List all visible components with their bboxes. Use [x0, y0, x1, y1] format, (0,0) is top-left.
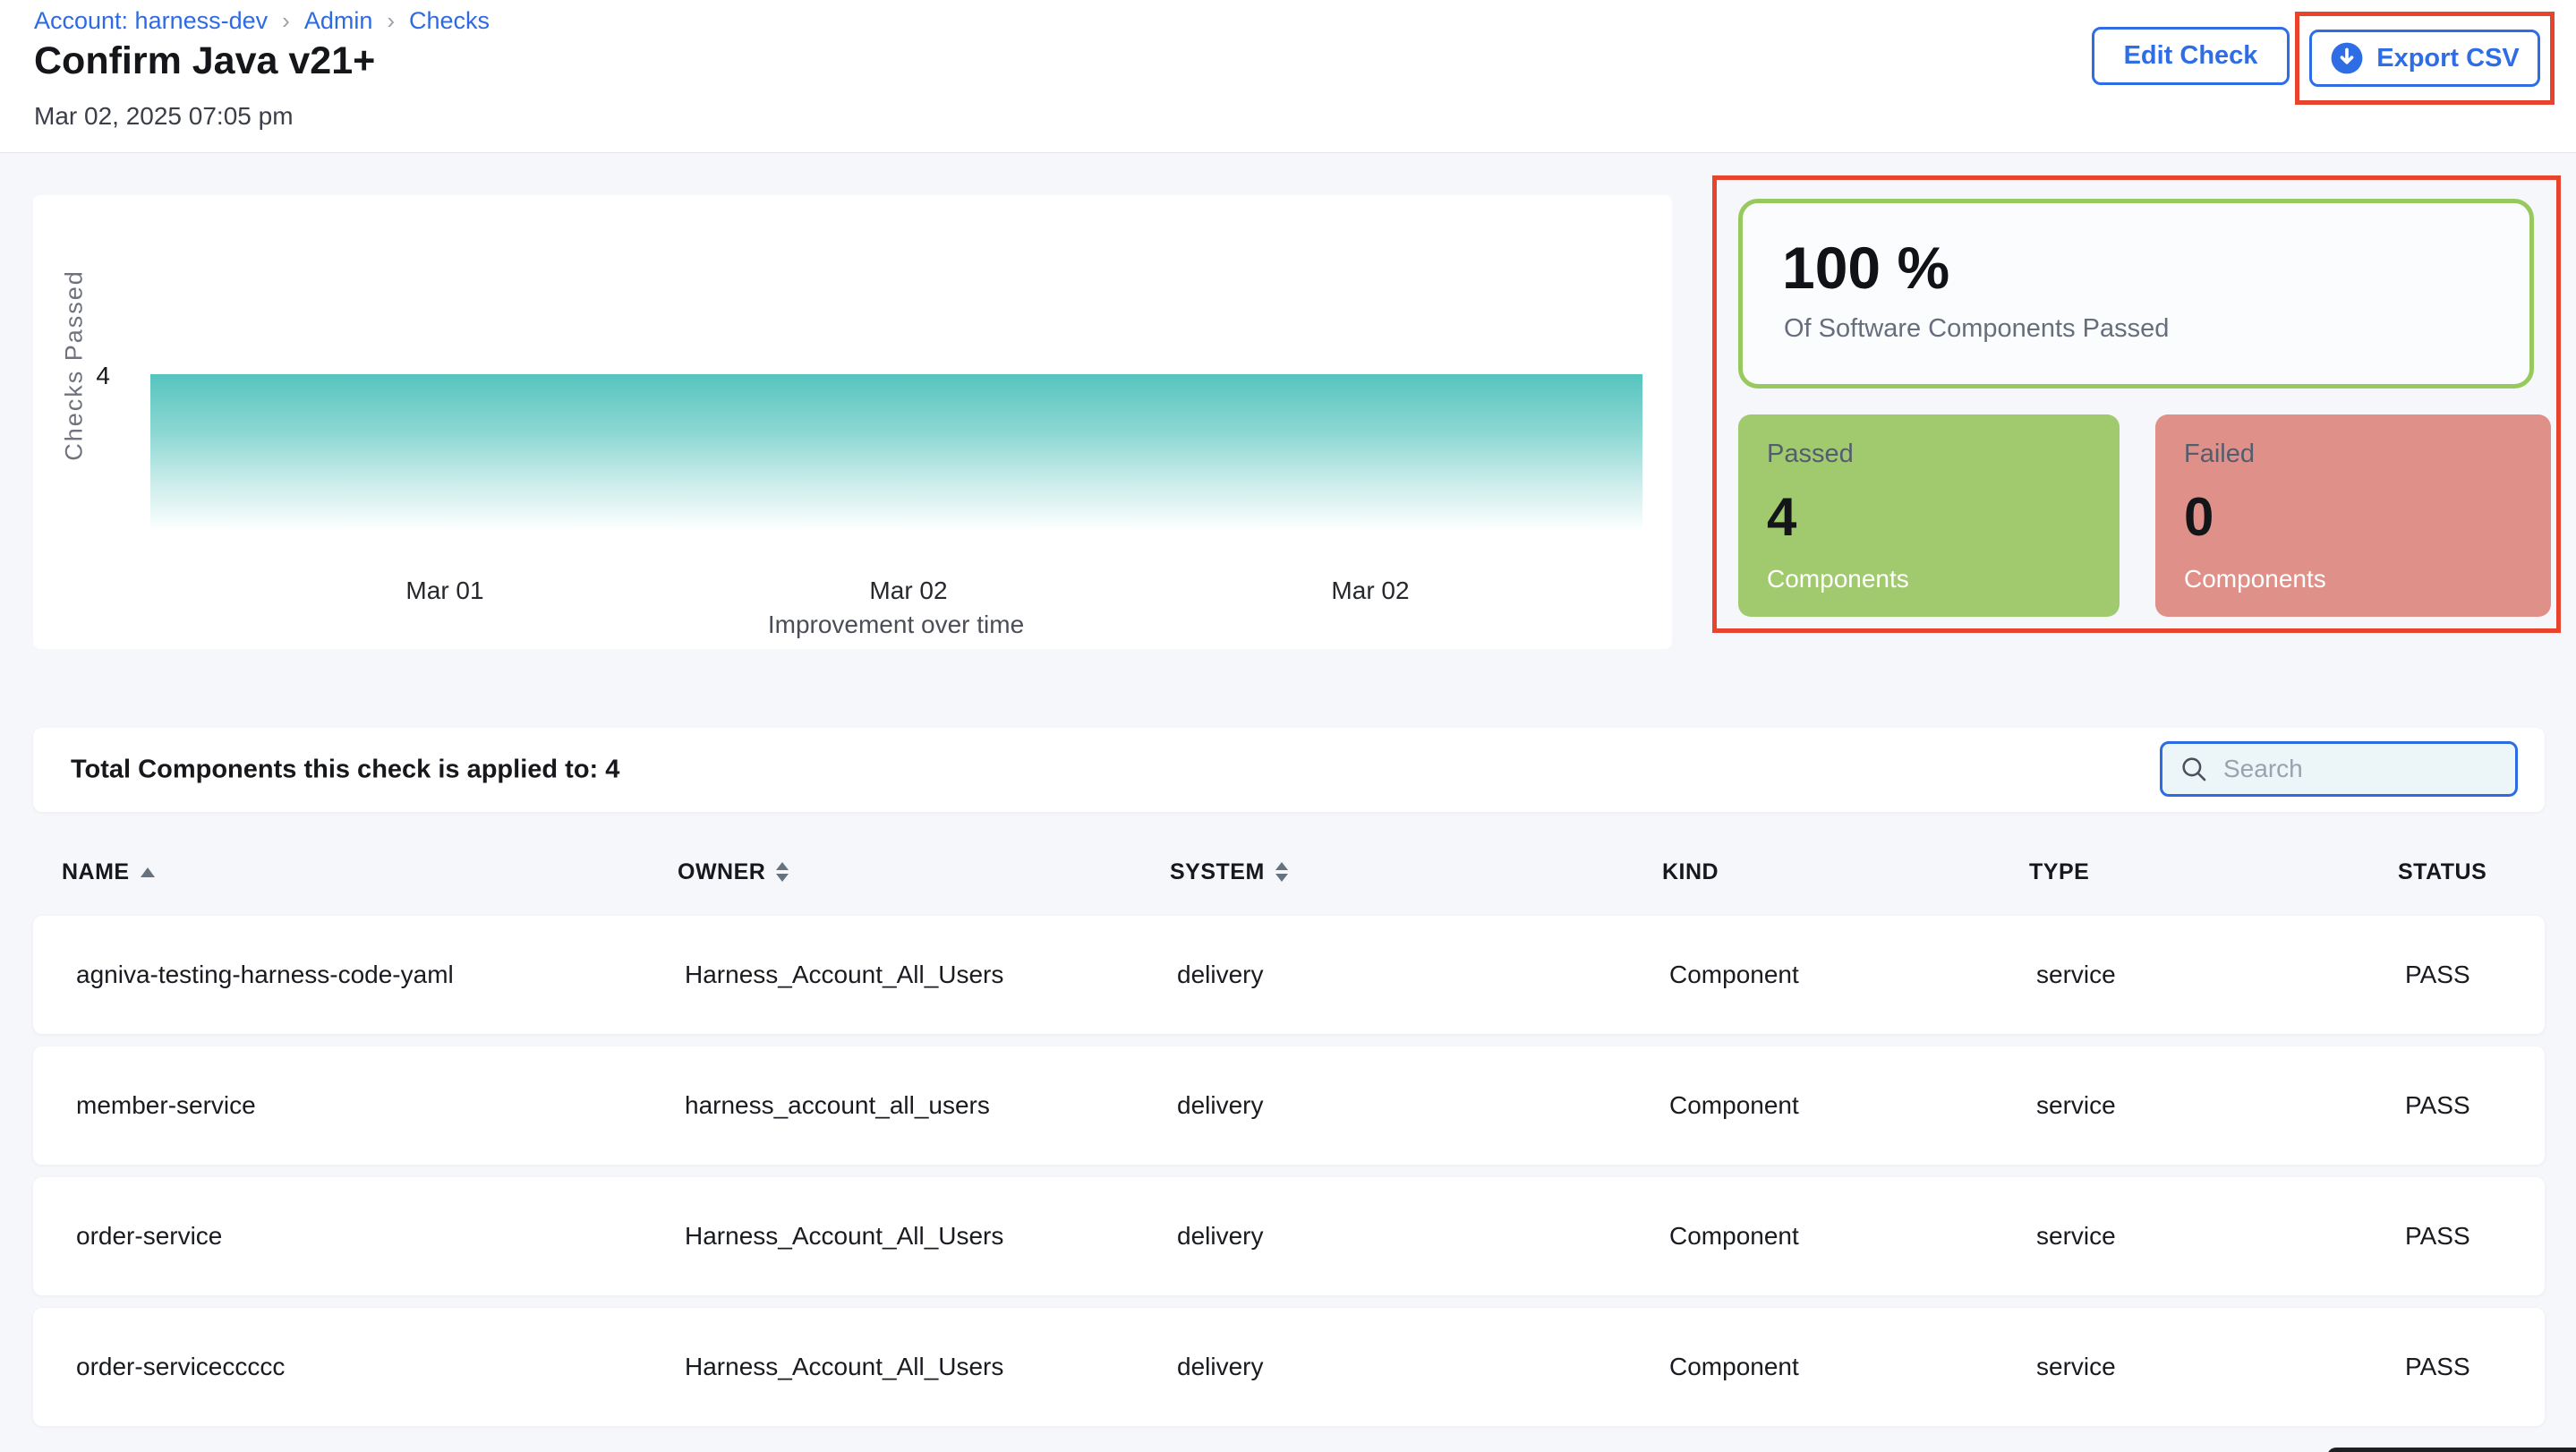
column-header-type: TYPE [2029, 859, 2398, 885]
column-header-status-label: STATUS [2398, 859, 2486, 885]
bottom-toast-peek [2327, 1448, 2576, 1452]
sort-icon [776, 862, 789, 882]
cell-owner: Harness_Account_All_Users [685, 961, 1177, 989]
cell-name: order-serviceccccc [76, 1353, 685, 1381]
chart-x-axis-title: Improvement over time [768, 611, 1024, 639]
column-header-system[interactable]: SYSTEM [1170, 859, 1662, 885]
search-input[interactable] [2222, 754, 2499, 784]
breadcrumb-admin-link[interactable]: Admin [304, 7, 373, 35]
cell-status: PASS [2405, 961, 2545, 989]
column-header-kind-label: KIND [1662, 859, 1719, 885]
cell-type: service [2036, 1353, 2405, 1381]
cell-system: delivery [1177, 961, 1669, 989]
column-header-name-label: NAME [62, 859, 130, 885]
cell-status: PASS [2405, 1222, 2545, 1251]
percent-passed-value: 100 % [1782, 234, 2529, 302]
chart-y-tick: 4 [83, 362, 110, 390]
cell-type: service [2036, 961, 2405, 989]
download-icon [2330, 41, 2364, 75]
export-csv-button[interactable]: Export CSV [2309, 30, 2540, 87]
chart-x-tick: Mar 01 [405, 577, 483, 605]
failed-stat-card: Failed 0 Components [2155, 414, 2551, 617]
failed-caption: Components [2184, 565, 2551, 594]
table-row[interactable]: order-serviceccccc Harness_Account_All_U… [33, 1308, 2545, 1426]
table-row[interactable]: agniva-testing-harness-code-yaml Harness… [33, 916, 2545, 1034]
column-header-kind: KIND [1662, 859, 2029, 885]
cell-system: delivery [1177, 1353, 1669, 1381]
table-row[interactable]: member-service harness_account_all_users… [33, 1046, 2545, 1165]
column-header-owner[interactable]: OWNER [678, 859, 1170, 885]
column-header-type-label: TYPE [2029, 859, 2089, 885]
stats-annotation-box: 100 % Of Software Components Passed Pass… [1712, 175, 2561, 633]
cell-name: agniva-testing-harness-code-yaml [76, 961, 685, 989]
check-details-page: Account: harness-dev › Admin › Checks Co… [0, 0, 2576, 1452]
failed-value: 0 [2184, 491, 2551, 544]
column-header-system-label: SYSTEM [1170, 859, 1265, 885]
cell-type: service [2036, 1091, 2405, 1120]
cell-status: PASS [2405, 1353, 2545, 1381]
search-box[interactable] [2160, 741, 2518, 797]
top-header: Account: harness-dev › Admin › Checks Co… [0, 0, 2576, 153]
area-series [150, 374, 1642, 532]
export-csv-label: Export CSV [2376, 44, 2520, 73]
cell-owner: harness_account_all_users [685, 1091, 1177, 1120]
components-table-body: agniva-testing-harness-code-yaml Harness… [33, 916, 2545, 1439]
total-components-text: Total Components this check is applied t… [71, 756, 619, 785]
cell-kind: Component [1669, 961, 2036, 989]
breadcrumb: Account: harness-dev › Admin › Checks [34, 7, 490, 35]
passed-stat-card: Passed 4 Components [1738, 414, 2120, 617]
cell-kind: Component [1669, 1222, 2036, 1251]
breadcrumb-separator-icon: › [282, 7, 290, 35]
percent-passed-card: 100 % Of Software Components Passed [1738, 199, 2534, 389]
column-header-owner-label: OWNER [678, 859, 765, 885]
edit-check-button[interactable]: Edit Check [2092, 27, 2290, 85]
cell-system: delivery [1177, 1091, 1669, 1120]
chart-x-tick: Mar 02 [1331, 577, 1409, 605]
cell-owner: Harness_Account_All_Users [685, 1353, 1177, 1381]
checks-passed-chart-card: Checks Passed 4 Mar 01 Mar 02 Mar 02 Imp… [33, 195, 1672, 649]
chart-x-tick: Mar 02 [869, 577, 947, 605]
failed-label: Failed [2184, 440, 2551, 469]
cell-kind: Component [1669, 1353, 2036, 1381]
check-timestamp: Mar 02, 2025 07:05 pm [34, 102, 294, 131]
sort-ascending-icon [141, 867, 155, 877]
cell-status: PASS [2405, 1091, 2545, 1120]
breadcrumb-account-link[interactable]: Account: harness-dev [34, 7, 268, 35]
cell-name: order-service [76, 1222, 685, 1251]
table-row[interactable]: order-service Harness_Account_All_Users … [33, 1177, 2545, 1295]
column-header-status: STATUS [2398, 859, 2545, 885]
breadcrumb-checks-link[interactable]: Checks [409, 7, 490, 35]
column-header-name[interactable]: NAME [62, 859, 678, 885]
cell-kind: Component [1669, 1091, 2036, 1120]
breadcrumb-separator-icon: › [387, 7, 395, 35]
cell-name: member-service [76, 1091, 685, 1120]
search-icon [2179, 754, 2209, 784]
cell-owner: Harness_Account_All_Users [685, 1222, 1177, 1251]
page-title: Confirm Java v21+ [34, 39, 375, 83]
percent-passed-caption: Of Software Components Passed [1784, 314, 2529, 344]
sort-icon [1275, 862, 1288, 882]
export-csv-annotation-box: Export CSV [2295, 12, 2555, 105]
passed-label: Passed [1767, 440, 2120, 469]
total-components-bar: Total Components this check is applied t… [33, 728, 2545, 812]
components-table-header: NAME OWNER SYSTEM KIND TYPE STATUS [33, 841, 2545, 902]
cell-type: service [2036, 1222, 2405, 1251]
passed-caption: Components [1767, 565, 2120, 594]
passed-value: 4 [1767, 491, 2120, 544]
cell-system: delivery [1177, 1222, 1669, 1251]
